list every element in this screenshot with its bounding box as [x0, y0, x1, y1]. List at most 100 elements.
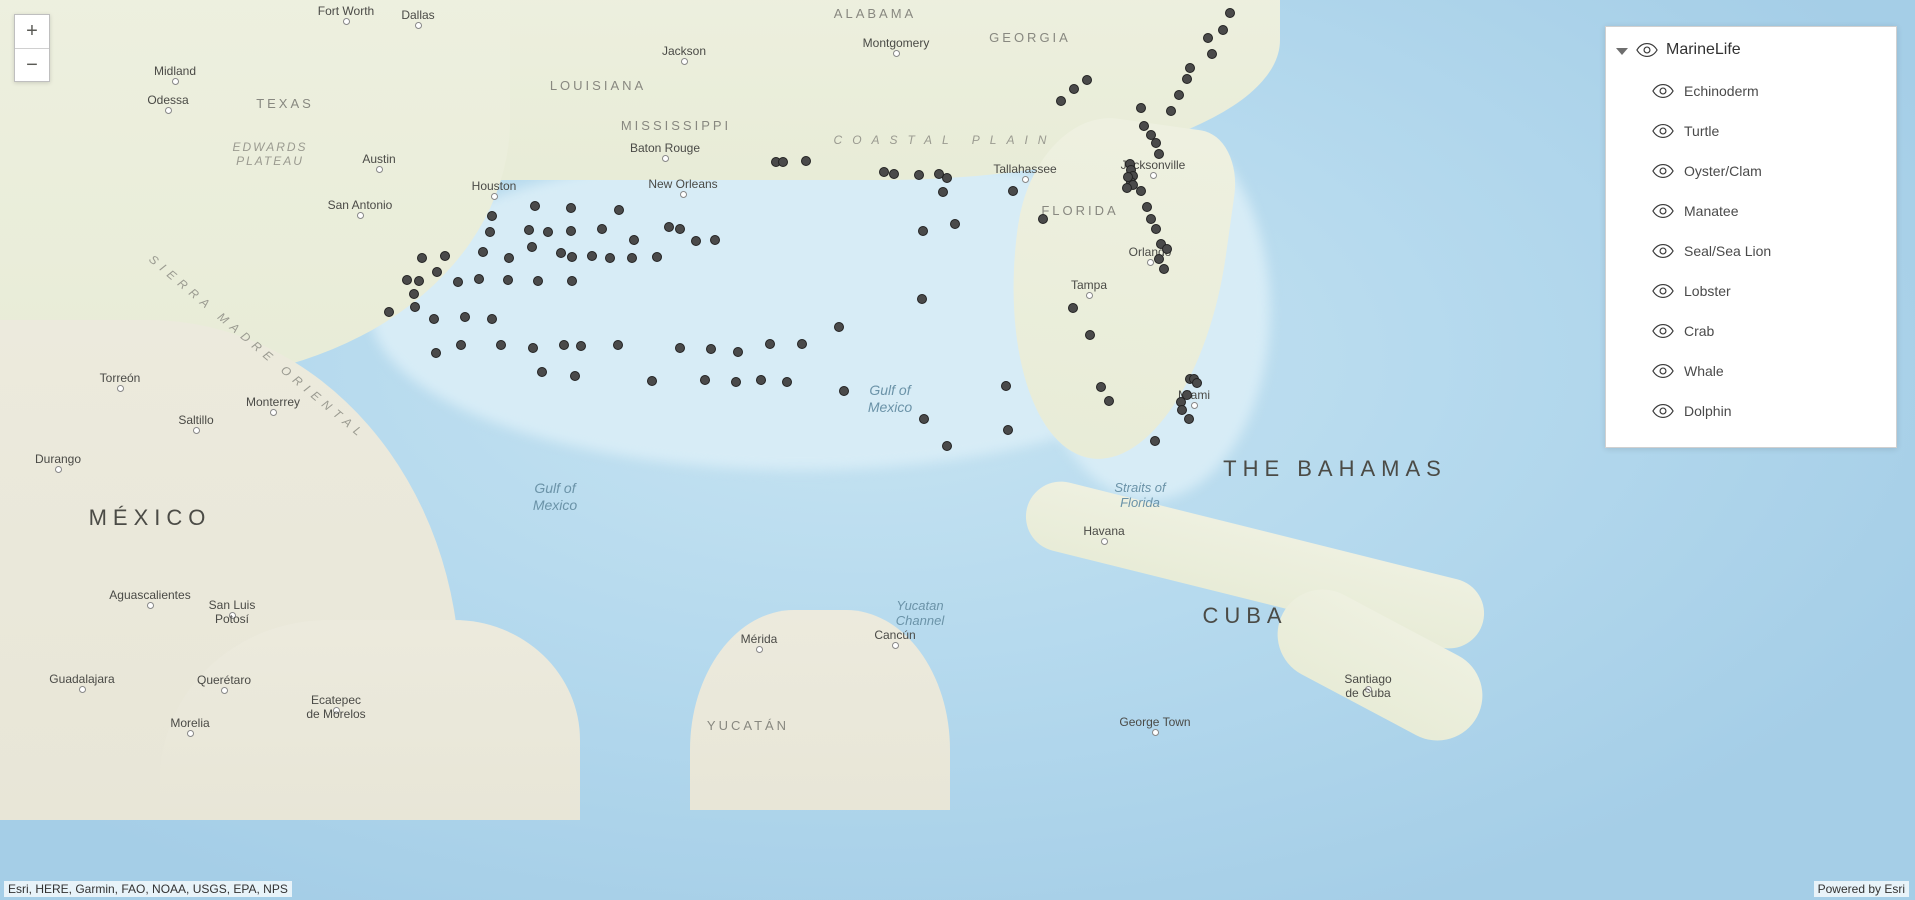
data-point[interactable]	[1151, 224, 1161, 234]
data-point[interactable]	[566, 203, 576, 213]
zoom-out-button[interactable]: −	[15, 48, 49, 81]
data-point[interactable]	[487, 211, 497, 221]
layer-root-row[interactable]: MarineLife	[1606, 27, 1896, 71]
data-point[interactable]	[567, 276, 577, 286]
data-point[interactable]	[1218, 25, 1228, 35]
data-point[interactable]	[1038, 214, 1048, 224]
data-point[interactable]	[587, 251, 597, 261]
data-point[interactable]	[440, 251, 450, 261]
data-point[interactable]	[384, 307, 394, 317]
data-point[interactable]	[537, 367, 547, 377]
data-point[interactable]	[409, 289, 419, 299]
data-point[interactable]	[1008, 186, 1018, 196]
sublayer-row[interactable]: Echinoderm	[1606, 71, 1896, 111]
data-point[interactable]	[474, 274, 484, 284]
data-point[interactable]	[597, 224, 607, 234]
data-point[interactable]	[675, 224, 685, 234]
visibility-toggle-icon[interactable]	[1652, 83, 1674, 99]
data-point[interactable]	[1142, 202, 1152, 212]
data-point[interactable]	[647, 376, 657, 386]
data-point[interactable]	[664, 222, 674, 232]
data-point[interactable]	[530, 201, 540, 211]
data-point[interactable]	[478, 247, 488, 257]
data-point[interactable]	[1154, 149, 1164, 159]
data-point[interactable]	[1174, 90, 1184, 100]
data-point[interactable]	[1146, 130, 1156, 140]
visibility-toggle-icon[interactable]	[1652, 323, 1674, 339]
data-point[interactable]	[496, 340, 506, 350]
data-point[interactable]	[765, 339, 775, 349]
sublayer-row[interactable]: Crab	[1606, 311, 1896, 351]
data-point[interactable]	[429, 314, 439, 324]
data-point[interactable]	[1207, 49, 1217, 59]
data-point[interactable]	[1184, 414, 1194, 424]
data-point[interactable]	[1159, 264, 1169, 274]
data-point[interactable]	[1082, 75, 1092, 85]
data-point[interactable]	[797, 339, 807, 349]
data-point[interactable]	[543, 227, 553, 237]
data-point[interactable]	[1150, 436, 1160, 446]
sublayer-row[interactable]: Oyster/Clam	[1606, 151, 1896, 191]
data-point[interactable]	[700, 375, 710, 385]
data-point[interactable]	[1003, 425, 1013, 435]
data-point[interactable]	[1085, 330, 1095, 340]
data-point[interactable]	[801, 156, 811, 166]
data-point[interactable]	[839, 386, 849, 396]
data-point[interactable]	[528, 343, 538, 353]
data-point[interactable]	[460, 312, 470, 322]
data-point[interactable]	[919, 414, 929, 424]
data-point[interactable]	[834, 322, 844, 332]
data-point[interactable]	[1225, 8, 1235, 18]
sublayer-row[interactable]: Dolphin	[1606, 391, 1896, 431]
data-point[interactable]	[691, 236, 701, 246]
data-point[interactable]	[627, 253, 637, 263]
data-point[interactable]	[1136, 186, 1146, 196]
data-point[interactable]	[410, 302, 420, 312]
data-point[interactable]	[652, 252, 662, 262]
data-point[interactable]	[1182, 74, 1192, 84]
data-point[interactable]	[613, 340, 623, 350]
data-point[interactable]	[1001, 381, 1011, 391]
data-point[interactable]	[576, 341, 586, 351]
sublayer-row[interactable]: Manatee	[1606, 191, 1896, 231]
data-point[interactable]	[782, 377, 792, 387]
data-point[interactable]	[918, 226, 928, 236]
data-point[interactable]	[533, 276, 543, 286]
data-point[interactable]	[524, 225, 534, 235]
data-point[interactable]	[556, 248, 566, 258]
data-point[interactable]	[778, 157, 788, 167]
collapse-icon[interactable]	[1616, 48, 1628, 55]
data-point[interactable]	[567, 252, 577, 262]
data-point[interactable]	[1162, 244, 1172, 254]
layer-list-scroll[interactable]: MarineLife EchinodermTurtleOyster/ClamMa…	[1606, 27, 1896, 447]
visibility-toggle-icon[interactable]	[1652, 123, 1674, 139]
data-point[interactable]	[605, 253, 615, 263]
data-point[interactable]	[485, 227, 495, 237]
data-point[interactable]	[1056, 96, 1066, 106]
visibility-toggle-icon[interactable]	[1652, 363, 1674, 379]
visibility-toggle-icon[interactable]	[1652, 243, 1674, 259]
visibility-toggle-icon[interactable]	[1652, 403, 1674, 419]
data-point[interactable]	[504, 253, 514, 263]
sublayer-row[interactable]: Turtle	[1606, 111, 1896, 151]
data-point[interactable]	[1203, 33, 1213, 43]
data-point[interactable]	[432, 267, 442, 277]
data-point[interactable]	[1154, 254, 1164, 264]
data-point[interactable]	[731, 377, 741, 387]
data-point[interactable]	[1146, 214, 1156, 224]
visibility-toggle-icon[interactable]	[1652, 163, 1674, 179]
data-point[interactable]	[1185, 63, 1195, 73]
data-point[interactable]	[417, 253, 427, 263]
data-point[interactable]	[453, 277, 463, 287]
data-point[interactable]	[950, 219, 960, 229]
data-point[interactable]	[527, 242, 537, 252]
data-point[interactable]	[414, 276, 424, 286]
data-point[interactable]	[710, 235, 720, 245]
data-point[interactable]	[1136, 103, 1146, 113]
data-point[interactable]	[456, 340, 466, 350]
data-point[interactable]	[487, 314, 497, 324]
data-point[interactable]	[629, 235, 639, 245]
data-point[interactable]	[942, 441, 952, 451]
sublayer-row[interactable]: Seal/Sea Lion	[1606, 231, 1896, 271]
data-point[interactable]	[1122, 183, 1132, 193]
